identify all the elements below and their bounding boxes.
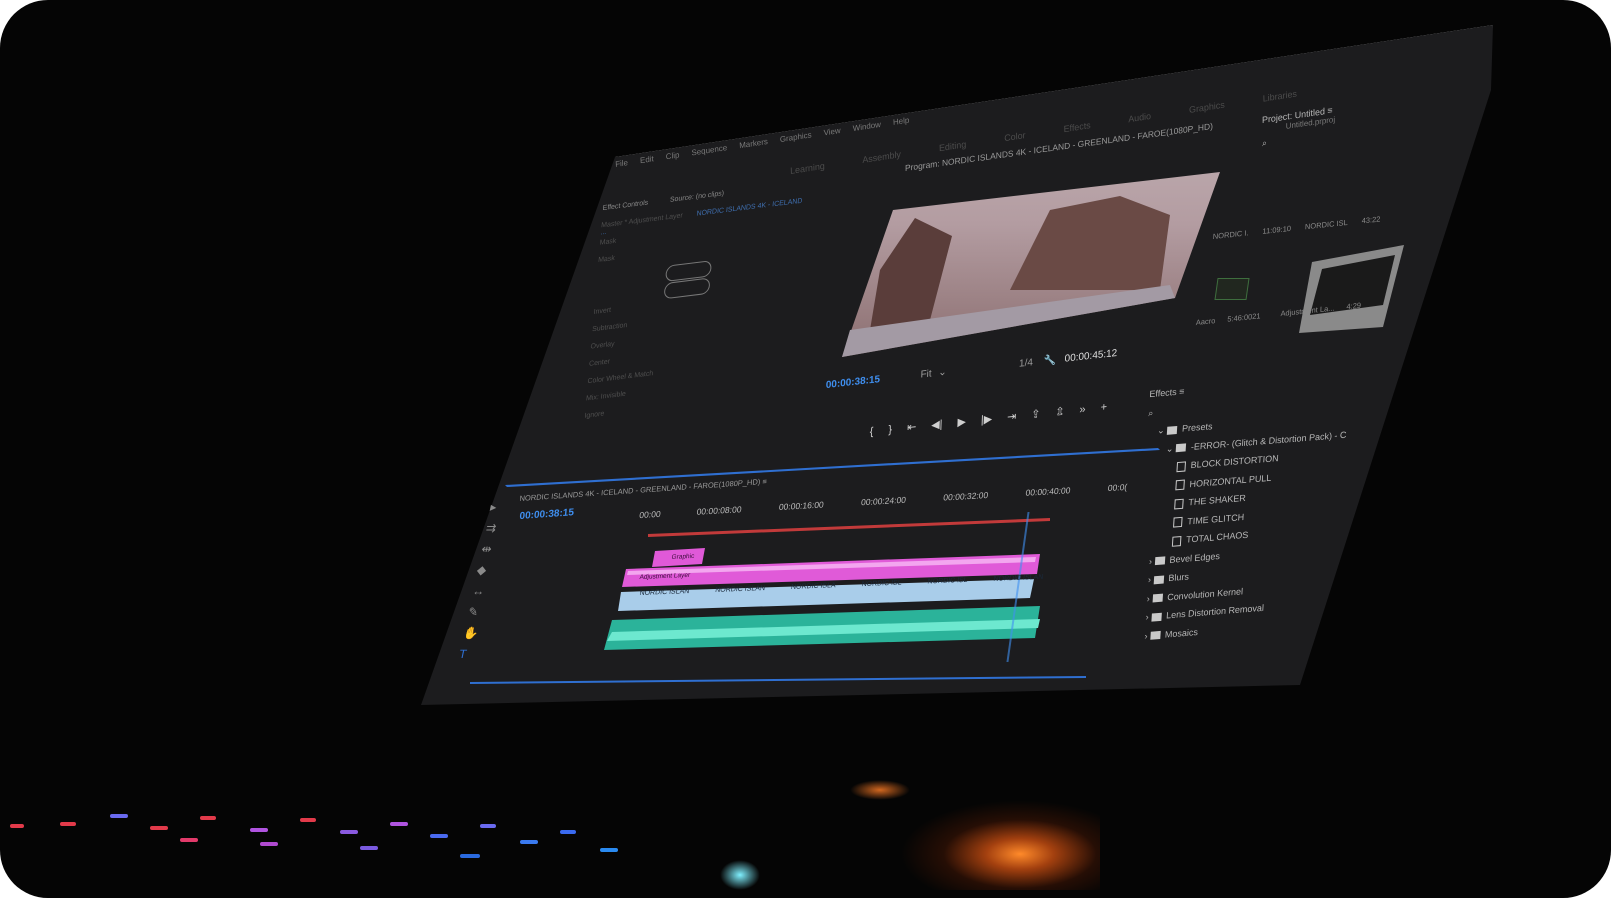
more-icon[interactable]: » [1079, 403, 1086, 416]
folder-icon [1149, 631, 1161, 640]
preset-icon [1174, 498, 1184, 510]
graphic-clip-label: Graphic [671, 552, 695, 562]
fx-item-label: Presets [1181, 421, 1213, 434]
preset-icon [1176, 461, 1187, 472]
mark-out-icon[interactable]: } [888, 424, 892, 436]
fx-item-label: BLOCK DISTORTION [1190, 453, 1279, 471]
go-to-in-icon[interactable]: ⇤ [907, 421, 917, 434]
menu-file[interactable]: File [615, 158, 628, 169]
keyboard-backlight [0, 814, 700, 880]
photo-background: File Edit Clip Sequence Markers Graphics… [0, 0, 1611, 898]
folder-icon [1166, 425, 1178, 435]
hand-glow [850, 780, 910, 800]
folder-icon [1153, 575, 1164, 584]
menu-help[interactable]: Help [893, 116, 910, 128]
effects-panel: Effects ≡ ⌕ ⌄ Presets ⌄ -ERROR- (Glitch … [1134, 367, 1379, 646]
menu-edit[interactable]: Edit [640, 154, 654, 165]
mouse-glow [720, 860, 760, 890]
fx-item-label: HORIZONTAL PULL [1189, 472, 1272, 489]
menu-view[interactable]: View [823, 126, 840, 138]
preset-icon [1175, 479, 1185, 491]
extract-icon[interactable]: ⇫ [1055, 406, 1065, 419]
fx-item-label: Blurs [1168, 571, 1190, 584]
mark-in-icon[interactable]: { [870, 426, 874, 438]
effects-title[interactable]: Effects [1149, 387, 1177, 399]
fx-item-label: THE SHAKER [1188, 492, 1247, 508]
go-to-out-icon[interactable]: ⇥ [1007, 411, 1017, 424]
menu-clip[interactable]: Clip [666, 150, 680, 161]
folder-icon [1175, 443, 1187, 453]
wrench-icon[interactable]: 🔧 [1043, 355, 1056, 367]
add-icon[interactable]: + [1100, 401, 1107, 414]
fx-item-label: TIME GLITCH [1187, 511, 1245, 527]
ruler-tick: 00:0( [1107, 481, 1128, 494]
zoom-select[interactable]: Fit [920, 368, 931, 380]
audio-waveform-icon[interactable] [1214, 278, 1250, 300]
play-icon[interactable]: ▶ [957, 416, 966, 429]
fx-item-label: Convolution Kernel [1166, 585, 1244, 602]
folder-icon [1152, 593, 1163, 603]
hand-glow [900, 800, 1100, 890]
folder-icon [1150, 612, 1162, 622]
bin-item-duration: 4:29 [1346, 300, 1362, 312]
hamburger-icon[interactable]: ≡ [762, 477, 767, 486]
preset-icon [1171, 535, 1182, 547]
effect-controls-panel: Effect Controls Source: (no clips) Maste… [583, 179, 811, 430]
preset-icon [1173, 516, 1183, 528]
resolution-select[interactable]: 1/4 [1019, 357, 1033, 370]
fx-item-label: TOTAL CHAOS [1185, 529, 1249, 545]
step-back-icon[interactable]: ◀| [931, 418, 943, 431]
hamburger-icon[interactable]: ≡ [1179, 386, 1185, 396]
chevron-down-icon[interactable]: ⌄ [938, 367, 947, 379]
fx-item-label: Mosaics [1164, 626, 1199, 640]
step-forward-icon[interactable]: |▶ [981, 413, 993, 426]
fx-item-label: Lens Distortion Removal [1165, 602, 1265, 621]
folder-icon [1154, 556, 1165, 566]
fx-item-label: Bevel Edges [1169, 550, 1221, 565]
lift-icon[interactable]: ⇪ [1031, 408, 1041, 421]
